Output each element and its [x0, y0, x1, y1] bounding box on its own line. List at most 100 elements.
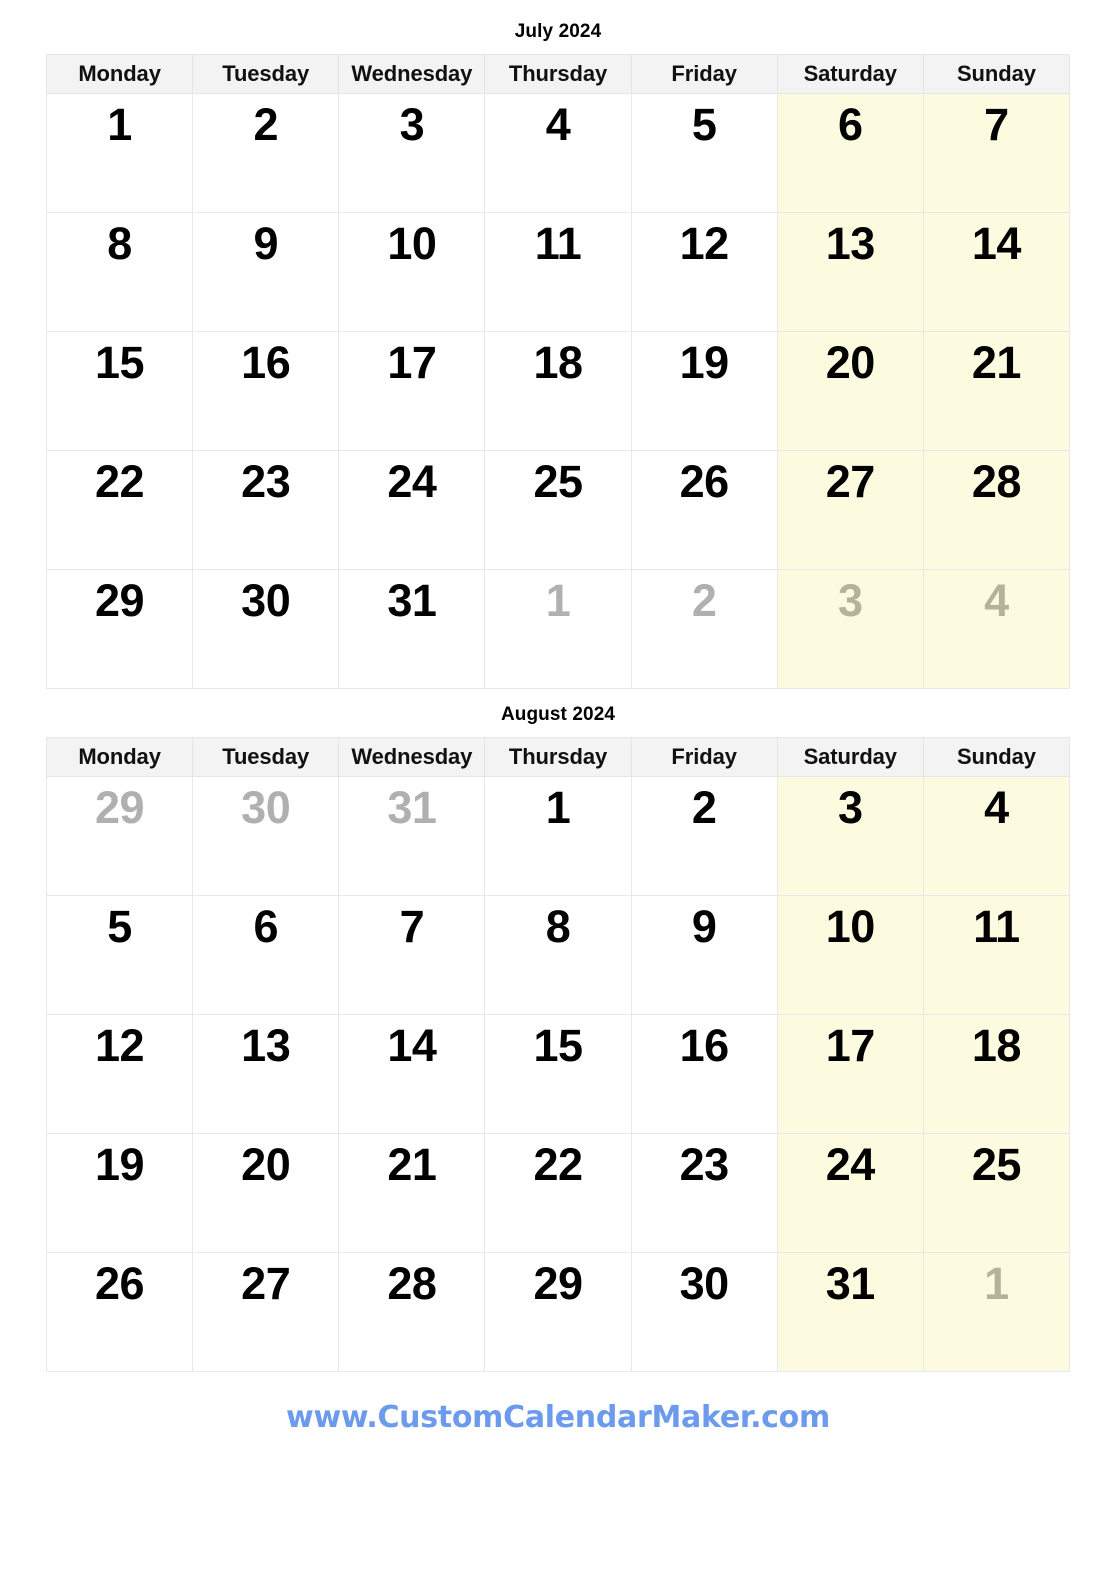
day-cell[interactable]: 5	[45, 895, 194, 1015]
weekday-header-sunday: Sunday	[922, 54, 1071, 94]
day-cell[interactable]: 3	[338, 93, 486, 213]
day-cell[interactable]: 3	[776, 569, 924, 689]
day-cell[interactable]: 31	[338, 569, 486, 689]
day-number: 22	[533, 1139, 583, 1190]
day-cell[interactable]: 13	[776, 212, 924, 332]
custom-calendar-maker-link[interactable]: www.CustomCalendarMaker.com	[286, 1400, 830, 1435]
day-number: 23	[679, 1139, 730, 1190]
day-cell[interactable]: 1	[484, 776, 632, 896]
day-cell[interactable]: 17	[338, 331, 486, 451]
day-cell[interactable]: 4	[484, 93, 632, 213]
day-cell[interactable]: 21	[922, 331, 1071, 451]
footer: www.CustomCalendarMaker.com	[0, 1400, 1116, 1435]
day-cell[interactable]: 20	[776, 331, 924, 451]
day-cell[interactable]: 10	[338, 212, 486, 332]
day-number: 16	[679, 1020, 730, 1071]
day-cell[interactable]: 8	[45, 212, 194, 332]
day-cell[interactable]: 19	[45, 1133, 194, 1253]
day-cell[interactable]: 12	[45, 1014, 194, 1134]
day-number: 1	[984, 1258, 1009, 1309]
day-number: 18	[971, 1020, 1022, 1071]
day-cell[interactable]: 22	[45, 450, 194, 570]
day-cell[interactable]: 1	[45, 93, 194, 213]
day-cell[interactable]: 8	[484, 895, 632, 1015]
day-cell[interactable]: 5	[630, 93, 778, 213]
day-cell[interactable]: 18	[922, 1014, 1071, 1134]
day-cell[interactable]: 4	[922, 569, 1071, 689]
day-cell[interactable]: 4	[922, 776, 1071, 896]
day-cell[interactable]: 17	[776, 1014, 924, 1134]
day-cell[interactable]: 9	[192, 212, 340, 332]
day-number: 20	[825, 337, 876, 388]
day-cell[interactable]: 2	[630, 776, 778, 896]
day-cell[interactable]: 25	[484, 450, 632, 570]
day-number: 25	[533, 456, 583, 507]
day-cell[interactable]: 19	[630, 331, 778, 451]
calendar-body-july: 1 2 3 4 5 6 7 8 9 10 11 12 13 14 15 16 17 18 19 20 21 22 23 24 2…	[45, 93, 1071, 689]
day-cell[interactable]: 30	[630, 1252, 778, 1372]
day-cell[interactable]: 22	[484, 1133, 632, 1253]
day-number: 5	[691, 99, 717, 150]
day-cell[interactable]: 27	[192, 1252, 340, 1372]
day-cell[interactable]: 29	[45, 569, 194, 689]
day-cell[interactable]: 3	[776, 776, 924, 896]
day-number: 21	[971, 337, 1022, 388]
day-number: 18	[533, 337, 583, 388]
day-cell[interactable]: 15	[484, 1014, 632, 1134]
day-cell[interactable]: 7	[338, 895, 486, 1015]
day-cell[interactable]: 26	[630, 450, 778, 570]
day-cell[interactable]: 11	[484, 212, 632, 332]
day-cell[interactable]: 23	[630, 1133, 778, 1253]
day-cell[interactable]: 30	[192, 569, 340, 689]
day-cell[interactable]: 6	[776, 93, 924, 213]
day-number: 17	[387, 337, 437, 388]
day-cell[interactable]: 23	[192, 450, 340, 570]
day-cell[interactable]: 28	[338, 1252, 486, 1372]
day-cell[interactable]: 21	[338, 1133, 486, 1253]
weekday-header-monday: Monday	[45, 54, 194, 94]
calendar-week-row: 22 23 24 25 26 27 28	[45, 450, 1071, 570]
day-cell[interactable]: 18	[484, 331, 632, 451]
day-number: 3	[838, 782, 863, 833]
day-number: 2	[691, 782, 717, 833]
day-cell[interactable]: 12	[630, 212, 778, 332]
day-cell[interactable]: 29	[45, 776, 194, 896]
day-cell[interactable]: 6	[192, 895, 340, 1015]
weekday-header-wednesday: Wednesday	[338, 737, 486, 777]
day-cell[interactable]: 31	[338, 776, 486, 896]
day-number: 22	[95, 456, 145, 507]
day-cell[interactable]: 29	[484, 1252, 632, 1372]
day-number: 14	[971, 218, 1022, 269]
day-cell[interactable]: 2	[630, 569, 778, 689]
calendar-body-august: 29 30 31 1 2 3 4 5 6 7 8 9 10 11 12 13 14 15 16 17 18 19 20 21 2…	[45, 776, 1071, 1372]
day-number: 12	[679, 218, 730, 269]
day-cell[interactable]: 27	[776, 450, 924, 570]
weekday-header-saturday: Saturday	[776, 54, 924, 94]
day-cell[interactable]: 15	[45, 331, 194, 451]
day-number: 16	[241, 337, 291, 388]
day-cell[interactable]: 9	[630, 895, 778, 1015]
day-number: 8	[107, 218, 132, 269]
day-cell[interactable]: 1	[484, 569, 632, 689]
day-cell[interactable]: 7	[922, 93, 1071, 213]
day-cell[interactable]: 16	[192, 331, 340, 451]
day-cell[interactable]: 25	[922, 1133, 1071, 1253]
day-cell[interactable]: 24	[776, 1133, 924, 1253]
day-cell[interactable]: 14	[922, 212, 1071, 332]
day-number: 27	[241, 1258, 291, 1309]
day-number: 30	[679, 1258, 730, 1309]
day-cell[interactable]: 1	[922, 1252, 1071, 1372]
day-cell[interactable]: 14	[338, 1014, 486, 1134]
day-cell[interactable]: 26	[45, 1252, 194, 1372]
day-cell[interactable]: 30	[192, 776, 340, 896]
day-cell[interactable]: 24	[338, 450, 486, 570]
day-cell[interactable]: 2	[192, 93, 340, 213]
day-cell[interactable]: 13	[192, 1014, 340, 1134]
calendar-week-row: 15 16 17 18 19 20 21	[45, 331, 1071, 451]
day-cell[interactable]: 20	[192, 1133, 340, 1253]
day-cell[interactable]: 31	[776, 1252, 924, 1372]
day-cell[interactable]: 16	[630, 1014, 778, 1134]
day-cell[interactable]: 11	[922, 895, 1071, 1015]
day-cell[interactable]: 10	[776, 895, 924, 1015]
day-cell[interactable]: 28	[922, 450, 1071, 570]
